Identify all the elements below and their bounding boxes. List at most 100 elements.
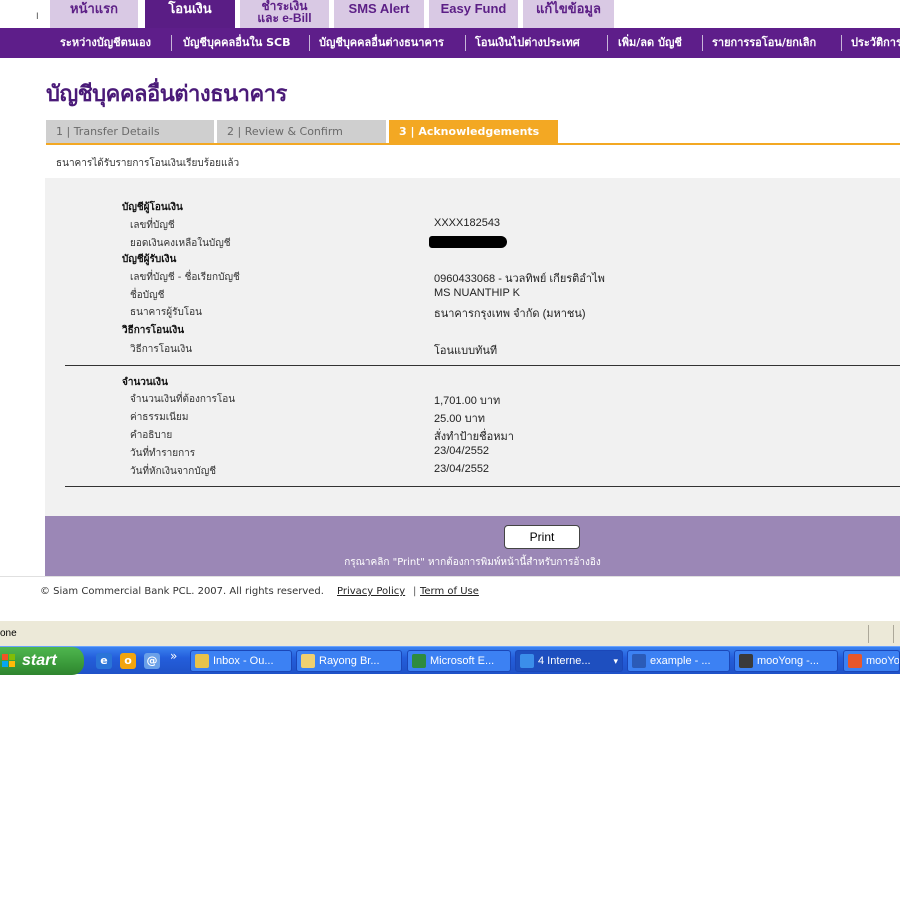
task-mooyong[interactable]: mooYong -... bbox=[734, 650, 838, 672]
step-acknowledgements: 3 | Acknowledgements bbox=[389, 120, 558, 143]
desktop-icon[interactable]: @ bbox=[144, 653, 160, 669]
to-account-label: เลขที่บัญชี - ชื่อเรียกบัญชี bbox=[130, 272, 240, 283]
fee-label: ค่าธรรมเนียม bbox=[130, 412, 189, 423]
account-name-value: MS NUANTHIP K bbox=[434, 287, 520, 299]
subnav-own-accounts[interactable]: ระหว่างบัญชีตนเอง bbox=[60, 28, 151, 58]
terms-of-use-link[interactable]: Term of Use bbox=[420, 586, 479, 597]
section-divider bbox=[65, 365, 900, 366]
start-label: start bbox=[22, 652, 57, 669]
tab-home-label: หน้าแรก bbox=[70, 1, 118, 16]
tab-easy-fund-label: Easy Fund bbox=[440, 1, 507, 16]
subnav-history[interactable]: ประวัติการ bbox=[851, 28, 900, 58]
bank-value: ธนาคารกรุงเทพ จำกัด (มหาชน) bbox=[434, 308, 586, 320]
task-label: example - ... bbox=[650, 655, 711, 667]
subnav-pending-cancel[interactable]: รายการรอโอน/ยกเลิก bbox=[712, 28, 816, 58]
balance-label: ยอดเงินคงเหลือในบัญชี bbox=[130, 238, 231, 249]
to-account-value: 0960433068 - นวลทิพย์ เกียรติอำไพ bbox=[434, 273, 605, 285]
task-rayong[interactable]: Rayong Br... bbox=[296, 650, 402, 672]
subnav-add-remove-account[interactable]: เพิ่ม/ลด บัญชี bbox=[618, 28, 682, 58]
transfer-details-panel: บัญชีผู้โอนเงิน เลขที่บัญชี XXXX182543 ย… bbox=[45, 178, 900, 516]
windows-taskbar: start e o @ » Inbox - Ou... Rayong Br...… bbox=[0, 646, 900, 675]
excel-icon bbox=[412, 654, 426, 668]
from-account-heading: บัญชีผู้โอนเงิน bbox=[122, 202, 183, 213]
quicklaunch-chevron[interactable]: » bbox=[170, 649, 177, 663]
image-icon bbox=[739, 654, 753, 668]
tab-home[interactable]: หน้าแรก bbox=[50, 0, 138, 28]
outlook-icon[interactable]: o bbox=[120, 653, 136, 669]
redacted-balance bbox=[429, 236, 507, 248]
folder-icon bbox=[301, 654, 315, 668]
task-inbox[interactable]: Inbox - Ou... bbox=[190, 650, 292, 672]
sub-navigation: ระหว่างบัญชีตนเอง บัญชีบุคคลอื่นใน SCB บ… bbox=[0, 28, 900, 58]
bank-label: ธนาคารผู้รับโอน bbox=[130, 307, 203, 318]
task-label: mooYong -... bbox=[757, 655, 819, 667]
step-underline bbox=[46, 143, 900, 145]
task-internet-explorer[interactable]: 4 Interne... ▾ bbox=[515, 650, 623, 672]
top-navigation: I หน้าแรก โอนเงิน ชำระเงิน และ e-Bill SM… bbox=[0, 0, 900, 28]
page-footer: © Siam Commercial Bank PCL. 2007. All ri… bbox=[0, 576, 900, 620]
edge-mark: I bbox=[36, 12, 39, 22]
status-panel bbox=[893, 625, 900, 643]
subnav-divider bbox=[309, 35, 310, 51]
task-label: Microsoft E... bbox=[430, 655, 495, 667]
mail-icon bbox=[195, 654, 209, 668]
tab-payment-ebill[interactable]: ชำระเงิน และ e-Bill bbox=[240, 0, 329, 28]
transaction-date-label: วันที่ทำรายการ bbox=[130, 448, 196, 459]
subnav-divider bbox=[607, 35, 608, 51]
internet-explorer-icon[interactable]: e bbox=[96, 653, 112, 669]
tab-transfer-label: โอนเงิน bbox=[168, 1, 212, 16]
amount-label: จำนวนเงินที่ต้องการโอน bbox=[130, 394, 236, 405]
subnav-divider bbox=[465, 35, 466, 51]
subnav-other-scb[interactable]: บัญชีบุคคลอื่นใน SCB bbox=[183, 28, 291, 58]
print-note: กรุณาคลิก "Print" หากต้องการพิมพ์หน้านี้… bbox=[344, 557, 601, 568]
footer-separator: | bbox=[413, 586, 417, 597]
page-title: บัญชีบุคคลอื่นต่างธนาคาร bbox=[46, 82, 287, 107]
amount-value: 1,701.00 บาท bbox=[434, 395, 501, 407]
task-word[interactable]: example - ... bbox=[627, 650, 730, 672]
task-label: 4 Interne... bbox=[538, 655, 591, 667]
confirmation-message: ธนาคารได้รับรายการโอนเงินเรียบร้อยแล้ว bbox=[56, 158, 240, 169]
step-review-confirm: 2 | Review & Confirm bbox=[217, 120, 386, 143]
description-value: สั่งทำป้ายชื่อหมา bbox=[434, 431, 514, 443]
tab-edit-profile-label: แก้ไขข้อมูล bbox=[536, 1, 601, 16]
start-button[interactable]: start bbox=[0, 647, 84, 675]
status-panel bbox=[868, 625, 892, 643]
print-section: Print กรุณาคลิก "Print" หากต้องการพิมพ์ห… bbox=[45, 516, 900, 576]
privacy-policy-link[interactable]: Privacy Policy bbox=[337, 586, 405, 597]
step-transfer-details: 1 | Transfer Details bbox=[46, 120, 214, 143]
tab-payment-label-line2: และ e-Bill bbox=[257, 11, 312, 25]
task-excel[interactable]: Microsoft E... bbox=[407, 650, 511, 672]
tab-sms-label: SMS Alert bbox=[348, 1, 410, 16]
subnav-international[interactable]: โอนเงินไปต่างประเทศ bbox=[475, 28, 580, 58]
task-label: Rayong Br... bbox=[319, 655, 380, 667]
task-label: mooYo bbox=[866, 655, 900, 667]
tab-sms-alert[interactable]: SMS Alert bbox=[334, 0, 424, 28]
internet-explorer-icon bbox=[520, 654, 534, 668]
debit-date-label: วันที่หักเงินจากบัญชี bbox=[130, 466, 217, 477]
subnav-divider bbox=[841, 35, 842, 51]
status-text: one bbox=[0, 628, 17, 639]
transaction-date-value: 23/04/2552 bbox=[434, 445, 490, 457]
description-label: คำอธิบาย bbox=[130, 430, 173, 441]
fee-value: 25.00 บาท bbox=[434, 413, 485, 425]
subnav-divider bbox=[171, 35, 172, 51]
to-account-heading: บัญชีผู้รับเงิน bbox=[122, 254, 177, 265]
app-icon bbox=[848, 654, 862, 668]
browser-status-bar: one bbox=[0, 620, 900, 646]
windows-flag-icon bbox=[2, 654, 16, 668]
subnav-divider bbox=[702, 35, 703, 51]
amount-heading: จำนวนเงิน bbox=[122, 377, 168, 388]
debit-date-value: 23/04/2552 bbox=[434, 463, 490, 475]
method-value: โอนแบบทันที bbox=[434, 345, 498, 357]
task-label: Inbox - Ou... bbox=[213, 655, 274, 667]
method-heading: วิธีการโอนเงิน bbox=[122, 325, 185, 336]
task-mooyo[interactable]: mooYo bbox=[843, 650, 900, 672]
word-icon bbox=[632, 654, 646, 668]
dropdown-arrow-icon: ▾ bbox=[613, 656, 618, 666]
subnav-other-bank[interactable]: บัญชีบุคคลอื่นต่างธนาคาร bbox=[319, 28, 444, 58]
tab-transfer[interactable]: โอนเงิน bbox=[145, 0, 235, 28]
print-button[interactable]: Print bbox=[504, 525, 580, 549]
account-name-label: ชื่อบัญชี bbox=[130, 290, 165, 301]
tab-edit-profile[interactable]: แก้ไขข้อมูล bbox=[523, 0, 614, 28]
tab-easy-fund[interactable]: Easy Fund bbox=[429, 0, 518, 28]
